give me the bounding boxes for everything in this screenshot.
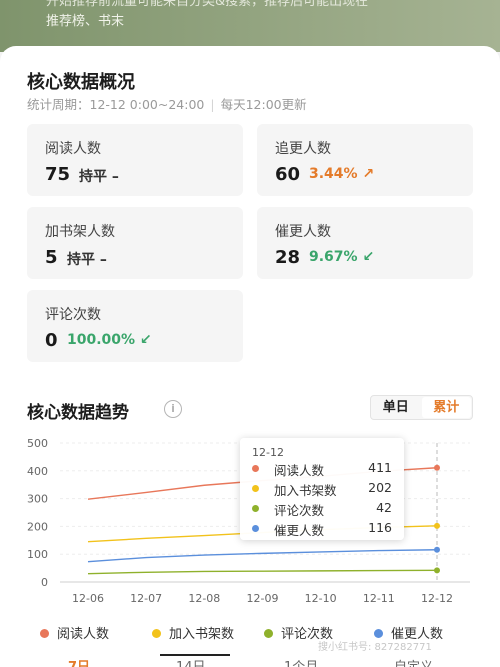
tooltip-series-name: 评论次数 — [274, 503, 325, 518]
stat-change: 9.67% ↙ — [309, 249, 375, 265]
tooltip-row: 催更人数 116 — [252, 520, 392, 538]
stat-value: 0 — [45, 330, 58, 351]
tooltip-series-name: 加入书架数 — [274, 483, 337, 498]
tooltip-row: 阅读人数 411 — [252, 460, 392, 478]
stat-change: 持平 – — [67, 252, 107, 268]
y-tick-label: 100 — [27, 548, 48, 561]
y-tick-label: 200 — [27, 520, 48, 533]
tab-custom[interactable]: 自定义 — [394, 656, 433, 667]
stat-label: 阅读人数 — [45, 141, 101, 157]
series-point — [434, 546, 440, 553]
y-tick-label: 300 — [27, 493, 48, 506]
tooltip-series-value: 116 — [368, 520, 392, 535]
series-point — [434, 522, 440, 529]
tab-7d[interactable]: 7日 — [68, 656, 90, 667]
y-tick-label: 0 — [41, 576, 48, 589]
stat-label: 评论次数 — [45, 307, 101, 323]
stat-card-urge[interactable]: 催更人数 28 9.67% ↙ — [257, 207, 473, 279]
stat-change: 持平 – — [79, 169, 119, 185]
chart-tooltip: 12-12 阅读人数 411 加入书架数 202 评论次数 42 催更人数 11… — [240, 438, 404, 540]
stat-value: 5 — [45, 247, 58, 268]
watermark: 搜小红书号: 827282771 — [318, 642, 432, 653]
period-label: 统计周期：12-12 0:00~24:00 — [27, 97, 205, 112]
series-dot — [252, 465, 259, 472]
series-point — [434, 567, 440, 574]
stat-value: 28 — [275, 247, 301, 268]
tooltip-date: 12-12 — [252, 446, 284, 459]
series-dot — [252, 505, 259, 512]
stat-value: 75 — [45, 164, 71, 185]
tooltip-series-value: 411 — [368, 460, 392, 475]
stat-label: 追更人数 — [275, 141, 331, 157]
legend-dot — [264, 629, 273, 638]
stat-value: 60 — [275, 164, 301, 185]
banner-line-2: 推荐榜、书末 — [46, 14, 125, 29]
stat-card-follow[interactable]: 追更人数 60 3.44% ↗ — [257, 124, 473, 196]
tooltip-series-name: 阅读人数 — [274, 463, 325, 478]
stat-change: 100.00% ↙ — [67, 332, 152, 348]
x-tick-label: 12-12 — [421, 592, 453, 605]
legend-label: 加入书架数 — [169, 627, 235, 642]
divider: | — [210, 97, 215, 112]
trend-title: 核心数据趋势 — [27, 403, 129, 423]
tooltip-series-value: 42 — [376, 500, 392, 515]
update-note: 每天12:00更新 — [220, 97, 307, 112]
info-icon[interactable]: i — [164, 400, 182, 418]
legend-item[interactable]: 阅读人数 — [40, 623, 109, 642]
x-tick-label: 12-06 — [72, 592, 104, 605]
tooltip-series-value: 202 — [368, 480, 392, 495]
tab-14d[interactable]: 14日 — [176, 656, 206, 667]
tooltip-row: 加入书架数 202 — [252, 480, 392, 498]
series-point — [434, 464, 440, 471]
toggle-single-day[interactable]: 单日 — [371, 396, 421, 419]
period-info: 统计周期：12-12 0:00~24:00 | 每天12:00更新 — [27, 94, 307, 113]
stat-label: 加书架人数 — [45, 224, 115, 240]
legend-dot — [374, 629, 383, 638]
legend-dot — [40, 629, 49, 638]
stat-card-shelf[interactable]: 加书架人数 5 持平 – — [27, 207, 243, 279]
stat-label: 催更人数 — [275, 224, 331, 240]
stat-card-read[interactable]: 阅读人数 75 持平 – — [27, 124, 243, 196]
series-line — [87, 549, 438, 563]
range-tabs: 7日 14日 1个月 自定义 — [0, 654, 500, 667]
stat-change: 3.44% ↗ — [309, 166, 375, 182]
legend-item[interactable]: 加入书架数 — [152, 623, 234, 642]
series-line — [87, 569, 438, 575]
overview-title: 核心数据概况 — [27, 72, 135, 93]
banner-line-1: 开始推荐前流量可能来自分类&搜索，推荐后可能出现在 — [46, 0, 369, 9]
series-dot — [252, 525, 259, 532]
top-banner: 开始推荐前流量可能来自分类&搜索，推荐后可能出现在 推荐榜、书末 — [0, 0, 500, 52]
tooltip-series-name: 催更人数 — [274, 523, 325, 538]
x-tick-label: 12-11 — [363, 592, 395, 605]
x-tick-label: 12-08 — [188, 592, 220, 605]
y-tick-label: 400 — [27, 465, 48, 478]
series-dot — [252, 485, 259, 492]
x-tick-label: 12-07 — [130, 592, 162, 605]
legend-label: 阅读人数 — [57, 627, 110, 642]
y-tick-label: 500 — [27, 437, 48, 450]
tab-1m[interactable]: 1个月 — [284, 656, 318, 667]
mode-toggle[interactable]: 单日 累计 — [370, 395, 473, 420]
x-tick-label: 12-09 — [247, 592, 279, 605]
stat-card-comment[interactable]: 评论次数 0 100.00% ↙ — [27, 290, 243, 362]
toggle-cumulative[interactable]: 累计 — [421, 397, 471, 418]
x-tick-label: 12-10 — [305, 592, 337, 605]
legend-dot — [152, 629, 161, 638]
tooltip-row: 评论次数 42 — [252, 500, 392, 518]
